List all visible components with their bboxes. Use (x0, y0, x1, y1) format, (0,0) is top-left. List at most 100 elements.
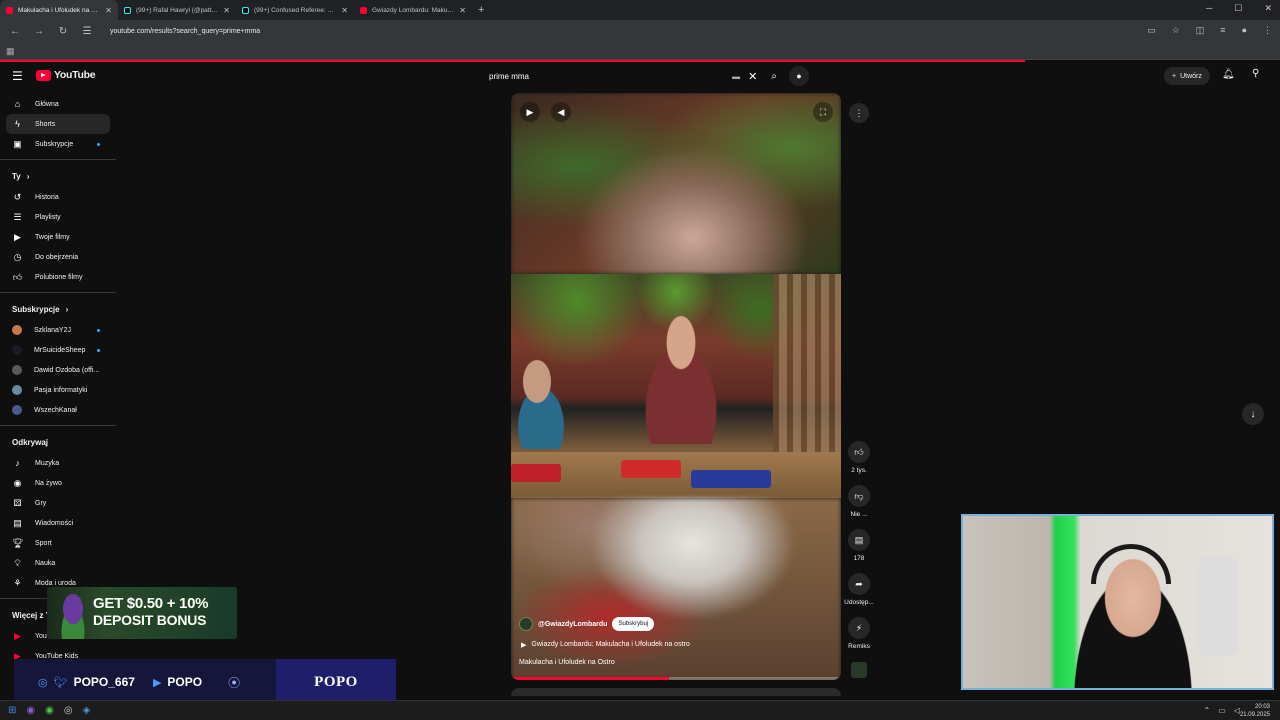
sidebar-heading-you[interactable]: Ty › (0, 165, 116, 187)
browser-tab[interactable]: (99+) Rafal Hawryl (@patt_offi ✕ (118, 0, 236, 20)
extensions-icon[interactable]: ◫ (1196, 25, 1205, 36)
short-title[interactable]: Makulacha i Ufoludek na Ostro (519, 659, 615, 666)
close-window-icon[interactable]: ✕ (1264, 3, 1272, 14)
next-short-arrow-icon[interactable]: ↓ (1242, 403, 1264, 425)
sidebar-heading-explore: Odkrywaj (12, 437, 49, 447)
close-tab-icon[interactable]: ✕ (459, 6, 466, 15)
media-controls-icon[interactable]: ≡ (1220, 25, 1225, 36)
sidebar-item-label: SzklanaY2J (34, 326, 71, 334)
kick-icon: ⦿ (228, 675, 241, 690)
sidebar-item[interactable]: 👍︎ Polubione filmy (6, 267, 110, 287)
sidebar-item[interactable]: Pasja informatyki (6, 380, 110, 400)
new-tab-button[interactable]: + (478, 4, 484, 16)
subscriptions-icon: ▣ (13, 138, 22, 149)
channel-name[interactable]: @GwiazdyLombardu (538, 621, 607, 628)
voice-search-icon[interactable]: ● (789, 66, 809, 86)
close-tab-icon[interactable]: ✕ (341, 6, 348, 15)
browser-tab[interactable]: Makulacha i Ufoludek na Ostro ✕ (0, 0, 118, 20)
promo-banner: GET $0.50 + 10% DEPOSIT BONUS (47, 587, 237, 639)
remix-button[interactable]: ⚡︎ Remiks (842, 617, 876, 650)
account-avatar[interactable]: ⚲ (1252, 68, 1264, 82)
sidebar-item-label: Polubione filmy (35, 273, 83, 281)
next-short-preview[interactable] (511, 688, 841, 696)
windows-start-icon[interactable]: ⊞ (8, 705, 16, 716)
keyboard-icon[interactable]: ▬ (732, 72, 740, 81)
search-icon[interactable]: ⌕ (771, 71, 777, 82)
fullscreen-icon[interactable]: ⛶ (813, 102, 833, 122)
short-video-player[interactable]: ▶ ◀︎ ⛶ @GwiazdyLombardu Subskrybuj ▶ Gwi… (511, 93, 841, 680)
sidebar-item[interactable]: ▶ Twoje filmy (6, 227, 110, 247)
apps-grid-icon[interactable]: ▦ (6, 46, 15, 57)
sidebar-item[interactable]: WszechKanał (6, 400, 110, 420)
os-taskbar: ⊞ ◉ ◉ ◎ ◈ ⌃ ▭ ◁ 20:03 21.09.2025 (0, 700, 1280, 720)
tray-chevron-icon[interactable]: ⌃ (1204, 706, 1211, 715)
sidebar-item[interactable]: Dawid Ozdoba (offi... (6, 360, 110, 380)
browser-menu-icon[interactable]: ⋮ (1263, 25, 1272, 36)
like-button[interactable]: 👍︎ 2 tys. (842, 441, 876, 474)
sidebar-item[interactable]: ↺ Historia (6, 187, 110, 207)
sidebar-item[interactable]: ☰ Playlisty (6, 207, 110, 227)
youtube-icon (6, 6, 13, 14)
sidebar-item[interactable]: ⚄ Gry (6, 493, 110, 513)
sound-thumbnail[interactable] (842, 662, 876, 678)
sidebar-item[interactable]: ♪ Muzyka (6, 453, 110, 473)
sidebar-item-label: Na żywo (35, 479, 62, 487)
forward-icon[interactable]: → (32, 26, 46, 37)
youtube-icon (360, 6, 367, 14)
close-tab-icon[interactable]: ✕ (105, 6, 112, 15)
comments-button[interactable]: ▤ 178 (842, 529, 876, 562)
back-icon[interactable]: ← (8, 26, 22, 37)
minimize-icon[interactable]: ─ (1206, 3, 1212, 14)
share-button[interactable]: ➦ Udostęp... (842, 573, 876, 606)
steam-icon[interactable]: ◈ (83, 705, 91, 716)
sidebar-item[interactable]: ▣ Subskrypcje (6, 134, 110, 154)
channel-avatar[interactable] (519, 617, 533, 631)
more-options-icon[interactable]: ⋮ (849, 103, 869, 123)
window-controls: ─ ☐ ✕ (1206, 3, 1272, 14)
sidebar-heading-subscriptions[interactable]: Subskrypcje › (0, 298, 116, 320)
sidebar-item-label: Główna (35, 100, 59, 108)
obs-icon[interactable]: ◎ (64, 705, 73, 716)
sidebar-item[interactable]: ⌂ Główna (6, 94, 110, 114)
sidebar-item[interactable]: 💡︎ Nauka (6, 553, 110, 573)
clock[interactable]: 20:03 21.09.2025 (1240, 703, 1270, 719)
sidebar-item[interactable]: ϟ Shorts (6, 114, 110, 134)
sound-link[interactable]: ▶ Gwiazdy Lombardu: Makulacha i Ufoludek… (521, 641, 690, 649)
sidebar-item[interactable]: MrSuicideSheep (6, 340, 110, 360)
youtube-logo[interactable]: YouTube (36, 69, 96, 81)
search-box[interactable]: prime mma ▬ ✕ ⌕ (481, 66, 777, 86)
discord-icon[interactable]: ◉ (26, 705, 35, 716)
menu-icon[interactable]: ☰ (12, 69, 23, 83)
sidebar-item[interactable]: ▤ Wiadomości (6, 513, 110, 533)
site-info-icon[interactable]: ☰ (80, 26, 94, 37)
new-content-dot (97, 142, 100, 146)
sidebar-item[interactable]: 🏆︎ Sport (6, 533, 110, 553)
reload-icon[interactable]: ↻ (56, 26, 70, 37)
video-progress-bar[interactable] (511, 677, 841, 680)
sidebar-item[interactable]: ◷ Do obejrzenia (6, 247, 110, 267)
network-icon[interactable]: ▭ (1218, 706, 1226, 715)
notifications-icon[interactable]: 🔔︎ (1222, 69, 1235, 80)
maximize-icon[interactable]: ☐ (1234, 3, 1242, 14)
play-icon[interactable]: ▶ (520, 102, 540, 122)
bookmark-star-icon[interactable]: ☆ (1172, 25, 1180, 36)
liked-icon: 👍︎ (12, 271, 23, 282)
sidebar-item-label: Dawid Ozdoba (offi... (34, 366, 100, 374)
chevron-right-icon: › (26, 171, 30, 181)
chrome-icon[interactable]: ◉ (45, 705, 54, 716)
sidebar-item[interactable]: SzklanaY2J (6, 320, 110, 340)
create-button[interactable]: + Utwórz (1164, 67, 1210, 85)
close-tab-icon[interactable]: ✕ (223, 6, 230, 15)
sidebar-item[interactable]: ◉ Na żywo (6, 473, 110, 493)
music-icon: ♪ (15, 458, 20, 468)
subscribe-button[interactable]: Subskrybuj (612, 617, 655, 631)
volume-icon[interactable]: ◀︎ (551, 102, 571, 122)
browser-tab[interactable]: Gwiazdy Lombardu: Makulach ✕ (354, 0, 472, 20)
profile-icon[interactable]: ● (1242, 25, 1247, 36)
browser-tab[interactable]: (99+) Confused Referee: A Sho ✕ (236, 0, 354, 20)
clear-search-icon[interactable]: ✕ (748, 70, 757, 83)
cast-icon[interactable]: ▭ (1147, 25, 1156, 36)
url-field[interactable]: youtube.com/results?search_query=prime+m… (110, 28, 260, 35)
search-input[interactable]: prime mma (481, 72, 732, 81)
dislike-button[interactable]: 👎︎ Nie ... (842, 485, 876, 518)
